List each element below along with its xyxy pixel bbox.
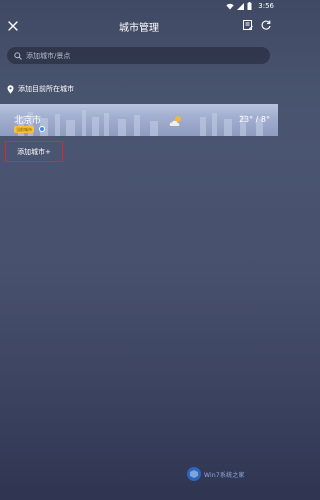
- location-label: 添加目前所在城市: [18, 85, 74, 93]
- refresh-icon[interactable]: [260, 19, 272, 31]
- page-title: 城市管理: [119, 23, 159, 34]
- wifi-icon: [226, 3, 234, 10]
- search-icon: [14, 51, 22, 60]
- status-icons: [226, 2, 252, 10]
- location-indicator-icon: [39, 126, 45, 132]
- add-current-location[interactable]: 添加目前所在城市: [7, 84, 74, 94]
- location-pin-icon: [7, 84, 14, 94]
- add-city-button[interactable]: 添加城市+: [5, 141, 63, 162]
- watermark-text: Win7系统之家: [204, 471, 245, 479]
- battery-icon: [247, 2, 252, 10]
- header: 城市管理: [0, 13, 278, 39]
- city-name: 北京市: [14, 116, 42, 126]
- status-time: 3:56: [258, 2, 274, 10]
- search-bar[interactable]: [7, 47, 270, 64]
- current-city-badge: 当前城市: [14, 126, 34, 133]
- city-card[interactable]: 北京市 当前城市 23° / 8°: [0, 104, 278, 136]
- partly-cloudy-icon: [169, 116, 181, 126]
- search-input[interactable]: [26, 51, 246, 60]
- signal-icon: [237, 2, 244, 10]
- status-bar: 3:56: [0, 0, 278, 13]
- edit-list-icon[interactable]: [242, 19, 254, 31]
- temperature-range: 23° / 8°: [238, 115, 270, 124]
- watermark-logo-icon: [187, 467, 201, 481]
- watermark: Win7系统之家: [186, 466, 245, 482]
